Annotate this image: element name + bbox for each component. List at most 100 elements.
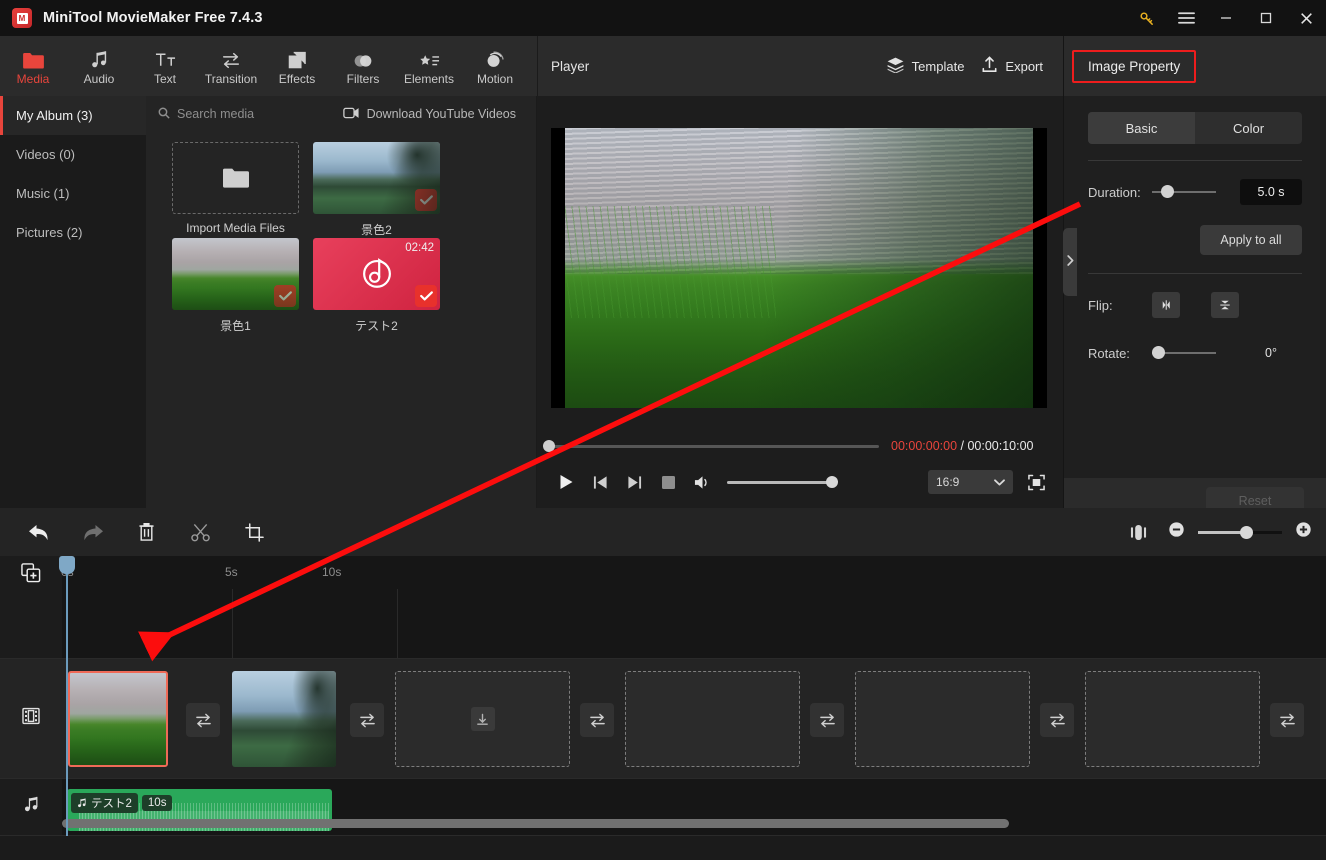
download-youtube-button[interactable]: Download YouTube Videos bbox=[342, 107, 516, 122]
timeline-ruler[interactable]: 0s 5s 10s bbox=[0, 556, 1326, 589]
media-checkbox[interactable] bbox=[415, 189, 437, 211]
trash-icon[interactable] bbox=[130, 516, 163, 549]
rotate-slider-knob[interactable] bbox=[1152, 346, 1165, 359]
apply-to-all-button[interactable]: Apply to all bbox=[1200, 225, 1302, 255]
media-item[interactable]: 02:42 テスト2 bbox=[313, 238, 440, 334]
fullscreen-icon[interactable] bbox=[1021, 468, 1051, 496]
timeline-empty-slot[interactable] bbox=[395, 671, 570, 767]
timeline-toolbar bbox=[0, 508, 1326, 556]
duration-value[interactable]: 5.0 s bbox=[1240, 179, 1302, 205]
minimize-button[interactable] bbox=[1206, 0, 1246, 36]
toolbar-item-media[interactable]: Media bbox=[0, 36, 66, 96]
video-preview-stage[interactable] bbox=[551, 128, 1047, 408]
playhead-knob[interactable] bbox=[543, 440, 555, 452]
panel-collapse-toggle[interactable] bbox=[1063, 228, 1077, 296]
import-media-dropzone[interactable] bbox=[172, 142, 299, 214]
player-panel: 00:00:00:00 / 00:00:10:00 16:9 bbox=[537, 96, 1063, 508]
timeline-clip[interactable] bbox=[68, 671, 168, 767]
stop-icon[interactable] bbox=[651, 468, 685, 496]
toolbar-item-effects[interactable]: Effects bbox=[264, 36, 330, 96]
sidebar-item-my-album[interactable]: My Album (3) bbox=[0, 96, 146, 135]
transition-arrows-icon[interactable] bbox=[1040, 703, 1074, 737]
zoom-slider-knob[interactable] bbox=[1240, 525, 1253, 539]
download-slot-icon[interactable] bbox=[470, 707, 495, 731]
media-item[interactable]: 景色1 bbox=[172, 238, 299, 334]
track-header-video bbox=[0, 659, 62, 779]
volume-slider[interactable] bbox=[727, 476, 838, 488]
media-thumbnail[interactable] bbox=[313, 142, 440, 214]
timeline-empty-slot[interactable] bbox=[625, 671, 800, 767]
timeline-clip[interactable] bbox=[232, 671, 336, 767]
media-thumbnail[interactable]: 02:42 bbox=[313, 238, 440, 310]
duration-slider-knob[interactable] bbox=[1161, 185, 1174, 198]
toolbar-label: Media bbox=[16, 71, 50, 86]
toolbar-item-text[interactable]: Text bbox=[132, 36, 198, 96]
timeline-playhead[interactable] bbox=[59, 556, 75, 836]
tab-basic[interactable]: Basic bbox=[1088, 112, 1195, 144]
toolbar-label: Transition bbox=[204, 71, 258, 86]
toolbar-item-filters[interactable]: Filters bbox=[330, 36, 396, 96]
image-property-title[interactable]: Image Property bbox=[1072, 49, 1197, 83]
transition-arrows-icon[interactable] bbox=[350, 703, 384, 737]
volume-knob[interactable] bbox=[826, 476, 838, 488]
export-button[interactable]: Export bbox=[982, 56, 1043, 76]
media-thumbnail[interactable] bbox=[172, 238, 299, 310]
sidebar-item-videos[interactable]: Videos (0) bbox=[0, 135, 146, 174]
zoom-out-button[interactable] bbox=[1168, 521, 1185, 543]
timeline-horizontal-scrollbar[interactable] bbox=[62, 819, 1310, 828]
rotate-slider[interactable] bbox=[1152, 346, 1216, 359]
tab-color[interactable]: Color bbox=[1195, 112, 1302, 144]
transition-arrows-icon[interactable] bbox=[580, 703, 614, 737]
maximize-button[interactable] bbox=[1246, 0, 1286, 36]
toolbar-item-transition[interactable]: Transition bbox=[198, 36, 264, 96]
play-icon[interactable] bbox=[549, 468, 583, 496]
flip-label: Flip: bbox=[1088, 297, 1113, 313]
sidebar-item-pictures[interactable]: Pictures (2) bbox=[0, 213, 146, 252]
toolbar-item-motion[interactable]: Motion bbox=[462, 36, 528, 96]
transition-arrows-icon[interactable] bbox=[810, 703, 844, 737]
import-media-cell[interactable]: Import Media Files bbox=[172, 142, 299, 238]
scrollbar-thumb[interactable] bbox=[62, 819, 1009, 828]
next-frame-icon[interactable] bbox=[617, 468, 651, 496]
download-youtube-label: Download YouTube Videos bbox=[366, 107, 516, 121]
template-button[interactable]: Template bbox=[887, 57, 964, 76]
flip-vertical-icon[interactable] bbox=[1211, 292, 1239, 318]
undo-arrow-icon[interactable] bbox=[22, 516, 55, 549]
property-panel-header: Image Property bbox=[1064, 36, 1326, 96]
redo-arrow-icon[interactable] bbox=[76, 516, 109, 549]
media-checkbox[interactable] bbox=[274, 285, 296, 307]
fit-timeline-icon[interactable] bbox=[1122, 516, 1155, 549]
playhead-handle[interactable] bbox=[59, 556, 75, 574]
scissors-icon[interactable] bbox=[184, 516, 217, 549]
timeline-empty-slot[interactable] bbox=[1085, 671, 1260, 767]
timeline-zoom-slider[interactable] bbox=[1198, 525, 1282, 539]
previous-frame-icon[interactable] bbox=[583, 468, 617, 496]
volume-icon[interactable] bbox=[685, 468, 719, 496]
transition-arrows-icon[interactable] bbox=[1270, 703, 1304, 737]
toolbar-item-audio[interactable]: Audio bbox=[66, 36, 132, 96]
video-track[interactable] bbox=[62, 659, 1326, 779]
transition-arrows-icon[interactable] bbox=[186, 703, 220, 737]
youtube-download-icon bbox=[342, 107, 359, 122]
rotate-row: Rotate: 0° bbox=[1088, 336, 1302, 370]
flip-horizontal-icon[interactable] bbox=[1152, 292, 1180, 318]
toolbar-item-elements[interactable]: Elements bbox=[396, 36, 462, 96]
sidebar-item-music[interactable]: Music (1) bbox=[0, 174, 146, 213]
hamburger-icon[interactable] bbox=[1166, 0, 1206, 36]
search-input[interactable]: Search media bbox=[158, 107, 254, 122]
preview-image bbox=[565, 128, 1033, 408]
zoom-in-button[interactable] bbox=[1295, 521, 1312, 543]
library-sidebar: My Album (3) Videos (0) Music (1) Pictur… bbox=[0, 96, 146, 508]
overlay-track[interactable] bbox=[62, 589, 1326, 659]
add-track-icon[interactable] bbox=[0, 556, 62, 589]
key-icon[interactable] bbox=[1126, 0, 1166, 36]
media-checkbox[interactable] bbox=[415, 285, 437, 307]
playback-progress-slider[interactable] bbox=[543, 440, 879, 452]
aspect-ratio-select[interactable]: 16:9 bbox=[928, 470, 1013, 494]
duration-slider[interactable] bbox=[1152, 185, 1216, 198]
media-item[interactable]: 景色2 bbox=[313, 142, 440, 238]
media-item-label: 景色2 bbox=[361, 223, 392, 237]
timeline-empty-slot[interactable] bbox=[855, 671, 1030, 767]
close-button[interactable] bbox=[1286, 0, 1326, 36]
crop-icon[interactable] bbox=[238, 516, 271, 549]
